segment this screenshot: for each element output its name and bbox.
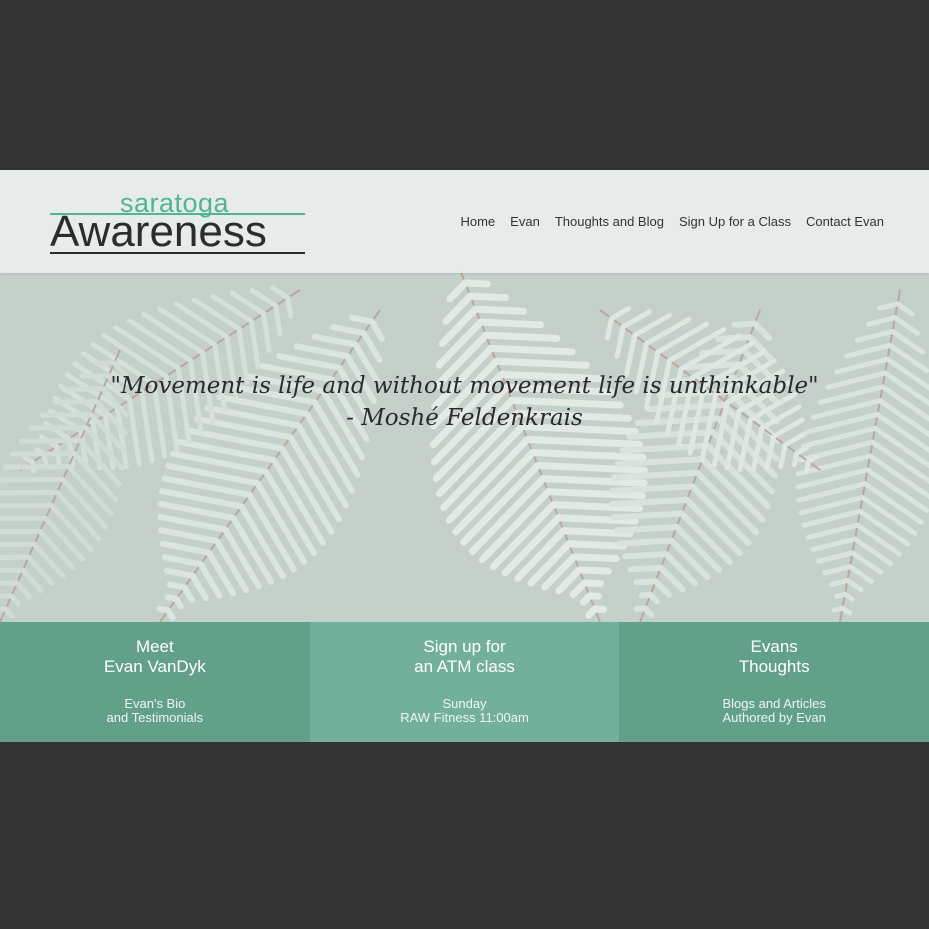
site-logo[interactable]: saratoga Awareness <box>50 188 310 256</box>
feature-subtitle-line: Sunday <box>442 696 487 711</box>
feature-subtitle-line: Authored by Evan <box>722 710 826 725</box>
feature-subtitle: Blogs and Articles Authored by Evan <box>619 697 929 725</box>
feature-subtitle-line: Evan's Bio <box>124 696 186 711</box>
main-nav: Home Evan Thoughts and Blog Sign Up for … <box>460 214 884 229</box>
quote-author: - Moshé Feldenkrais <box>346 405 583 431</box>
feature-subtitle-line: Blogs and Articles <box>722 696 826 711</box>
nav-evan[interactable]: Evan <box>510 214 540 229</box>
nav-thoughts-blog[interactable]: Thoughts and Blog <box>555 214 664 229</box>
feature-subtitle: Evan's Bio and Testimonials <box>0 697 310 725</box>
feature-subtitle-line: and Testimonials <box>106 710 204 725</box>
feature-title-line: an ATM class <box>414 657 515 676</box>
nav-sign-up[interactable]: Sign Up for a Class <box>679 214 791 229</box>
feature-subtitle: Sunday RAW Fitness 11:00am <box>310 697 620 725</box>
feature-title: Meet Evan VanDyk <box>0 637 310 677</box>
logo-rule-bottom <box>50 252 305 254</box>
feature-title: Sign up for an ATM class <box>310 637 620 677</box>
quote-text: "Movement is life and without movement l… <box>110 373 819 399</box>
logo-text-bottom: Awareness <box>50 207 267 256</box>
feature-title: Evans Thoughts <box>619 637 929 677</box>
feature-title-line: Thoughts <box>738 657 810 676</box>
nav-home[interactable]: Home <box>460 214 495 229</box>
feature-title-line: Meet <box>135 637 174 656</box>
feature-title-line: Evan VanDyk <box>103 657 206 676</box>
nav-contact[interactable]: Contact Evan <box>806 214 884 229</box>
feature-title-line: Sign up for <box>423 637 506 656</box>
feature-title-line: Evans <box>750 637 798 656</box>
feature-subtitle-line: RAW Fitness 11:00am <box>400 710 529 725</box>
feature-box-meet-evan[interactable]: Meet Evan VanDyk Evan's Bio and Testimon… <box>0 622 310 742</box>
hero-quote: "Movement is life and without movement l… <box>0 370 929 434</box>
website: "Movement is life and without movement l… <box>0 170 929 742</box>
feature-box-thoughts[interactable]: Evans Thoughts Blogs and Articles Author… <box>619 622 929 742</box>
site-header: saratoga Awareness Home Evan Thoughts an… <box>0 170 929 273</box>
feature-boxes: Meet Evan VanDyk Evan's Bio and Testimon… <box>0 622 929 742</box>
feature-box-sign-up[interactable]: Sign up for an ATM class Sunday RAW Fitn… <box>309 622 620 742</box>
